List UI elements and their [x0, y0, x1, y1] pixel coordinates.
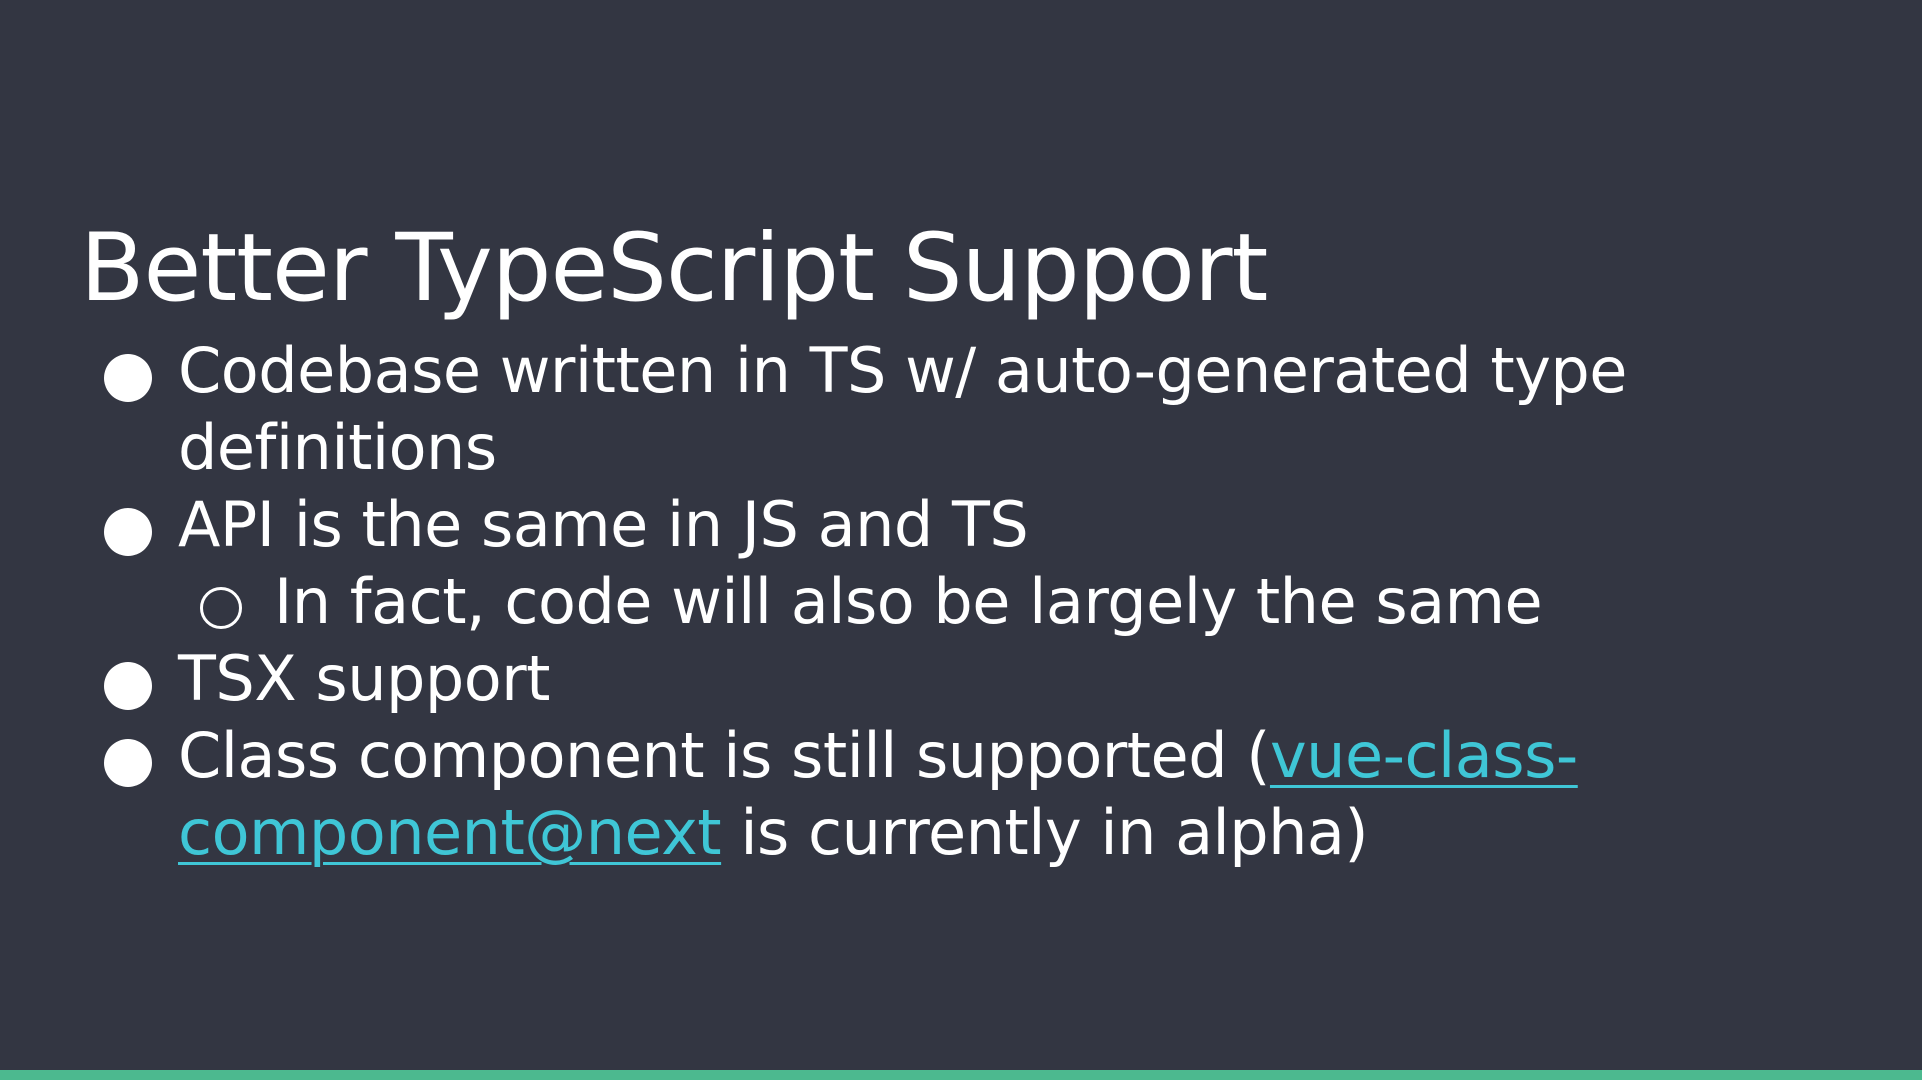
hollow-bullet-icon: [200, 587, 242, 629]
filled-bullet-icon: [104, 508, 152, 556]
sub-bullet-text: In fact, code will also be largely the s…: [274, 565, 1543, 638]
slide-title: Better TypeScript Support: [80, 214, 1268, 323]
bullet-text: Codebase written in TS w/ auto-generated…: [178, 334, 1627, 484]
bullet-text: TSX support: [178, 642, 550, 715]
bullet-item-api: API is the same in JS and TS: [100, 486, 1700, 563]
sub-bullet-item-code: In fact, code will also be largely the s…: [100, 563, 1700, 640]
bullet-item-codebase: Codebase written in TS w/ auto-generated…: [100, 332, 1700, 486]
bullet-list: Codebase written in TS w/ auto-generated…: [100, 332, 1700, 871]
bullet-text-before-link: Class component is still supported (: [178, 719, 1270, 792]
bullet-item-tsx: TSX support: [100, 640, 1700, 717]
slide: Better TypeScript Support Codebase writt…: [0, 0, 1922, 1080]
bullet-text-after-link: is currently in alpha): [721, 796, 1369, 869]
bullet-text: API is the same in JS and TS: [178, 488, 1029, 561]
filled-bullet-icon: [104, 354, 152, 402]
accent-bar: [0, 1070, 1922, 1080]
bullet-item-class-component: Class component is still supported (vue-…: [100, 717, 1700, 871]
filled-bullet-icon: [104, 662, 152, 710]
filled-bullet-icon: [104, 739, 152, 787]
